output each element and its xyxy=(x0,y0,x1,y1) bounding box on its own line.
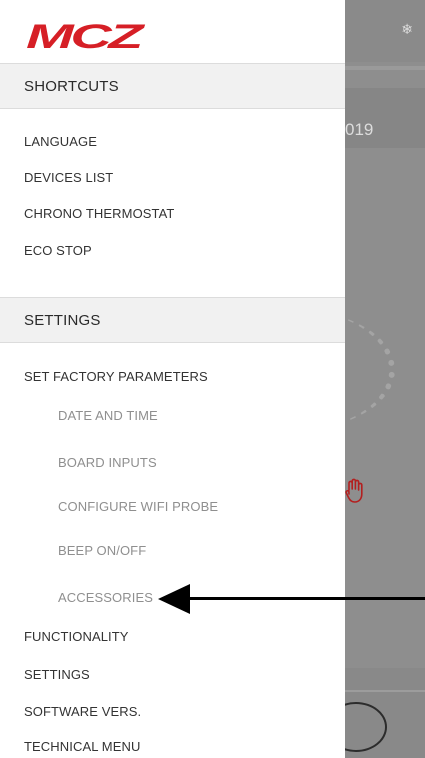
background-app-overlay[interactable]: ❄ 019 xyxy=(345,0,425,758)
annotation-arrow-line xyxy=(190,597,425,600)
menu-item-technical-menu[interactable]: TECHNICAL MENU xyxy=(24,739,140,754)
background-top-bar xyxy=(345,0,425,62)
menu-item-devices-list[interactable]: DEVICES LIST xyxy=(24,170,113,185)
shortcuts-header-label: SHORTCUTS xyxy=(24,77,119,95)
menu-item-functionality[interactable]: FUNCTIONALITY xyxy=(24,629,129,644)
menu-item-settings[interactable]: SETTINGS xyxy=(24,667,90,682)
hand-icon xyxy=(345,478,367,510)
menu-item-board-inputs[interactable]: BOARD INPUTS xyxy=(58,455,157,470)
background-divider xyxy=(345,66,425,70)
menu-item-beep-on-off[interactable]: BEEP ON/OFF xyxy=(58,543,146,558)
menu-item-language[interactable]: LANGUAGE xyxy=(24,134,97,149)
menu-item-configure-wifi-probe[interactable]: CONFIGURE WIFI PROBE xyxy=(58,499,218,514)
mcz-logo: MCZ xyxy=(26,18,147,56)
navigation-drawer: MCZ SHORTCUTS LANGUAGE DEVICES LIST CHRO… xyxy=(0,0,345,758)
settings-header-label: SETTINGS xyxy=(24,311,101,329)
menu-item-eco-stop[interactable]: ECO STOP xyxy=(24,243,92,258)
menu-item-date-and-time[interactable]: DATE AND TIME xyxy=(58,408,158,423)
menu-item-accessories[interactable]: ACCESSORIES xyxy=(58,590,153,605)
background-date-text: 019 xyxy=(345,120,374,139)
shortcuts-header: SHORTCUTS xyxy=(0,63,345,109)
menu-item-software-version[interactable]: SOFTWARE VERS. xyxy=(24,704,141,719)
annotation-arrow-head xyxy=(158,584,190,614)
menu-item-set-factory-parameters[interactable]: SET FACTORY PARAMETERS xyxy=(24,369,208,384)
background-bottom-divider xyxy=(345,690,425,692)
settings-header: SETTINGS xyxy=(0,297,345,343)
snowflake-icon: ❄ xyxy=(401,22,413,38)
background-dial xyxy=(345,310,395,430)
logo-text: MCZ xyxy=(26,20,145,52)
menu-item-chrono-thermostat[interactable]: CHRONO THERMOSTAT xyxy=(24,206,174,221)
